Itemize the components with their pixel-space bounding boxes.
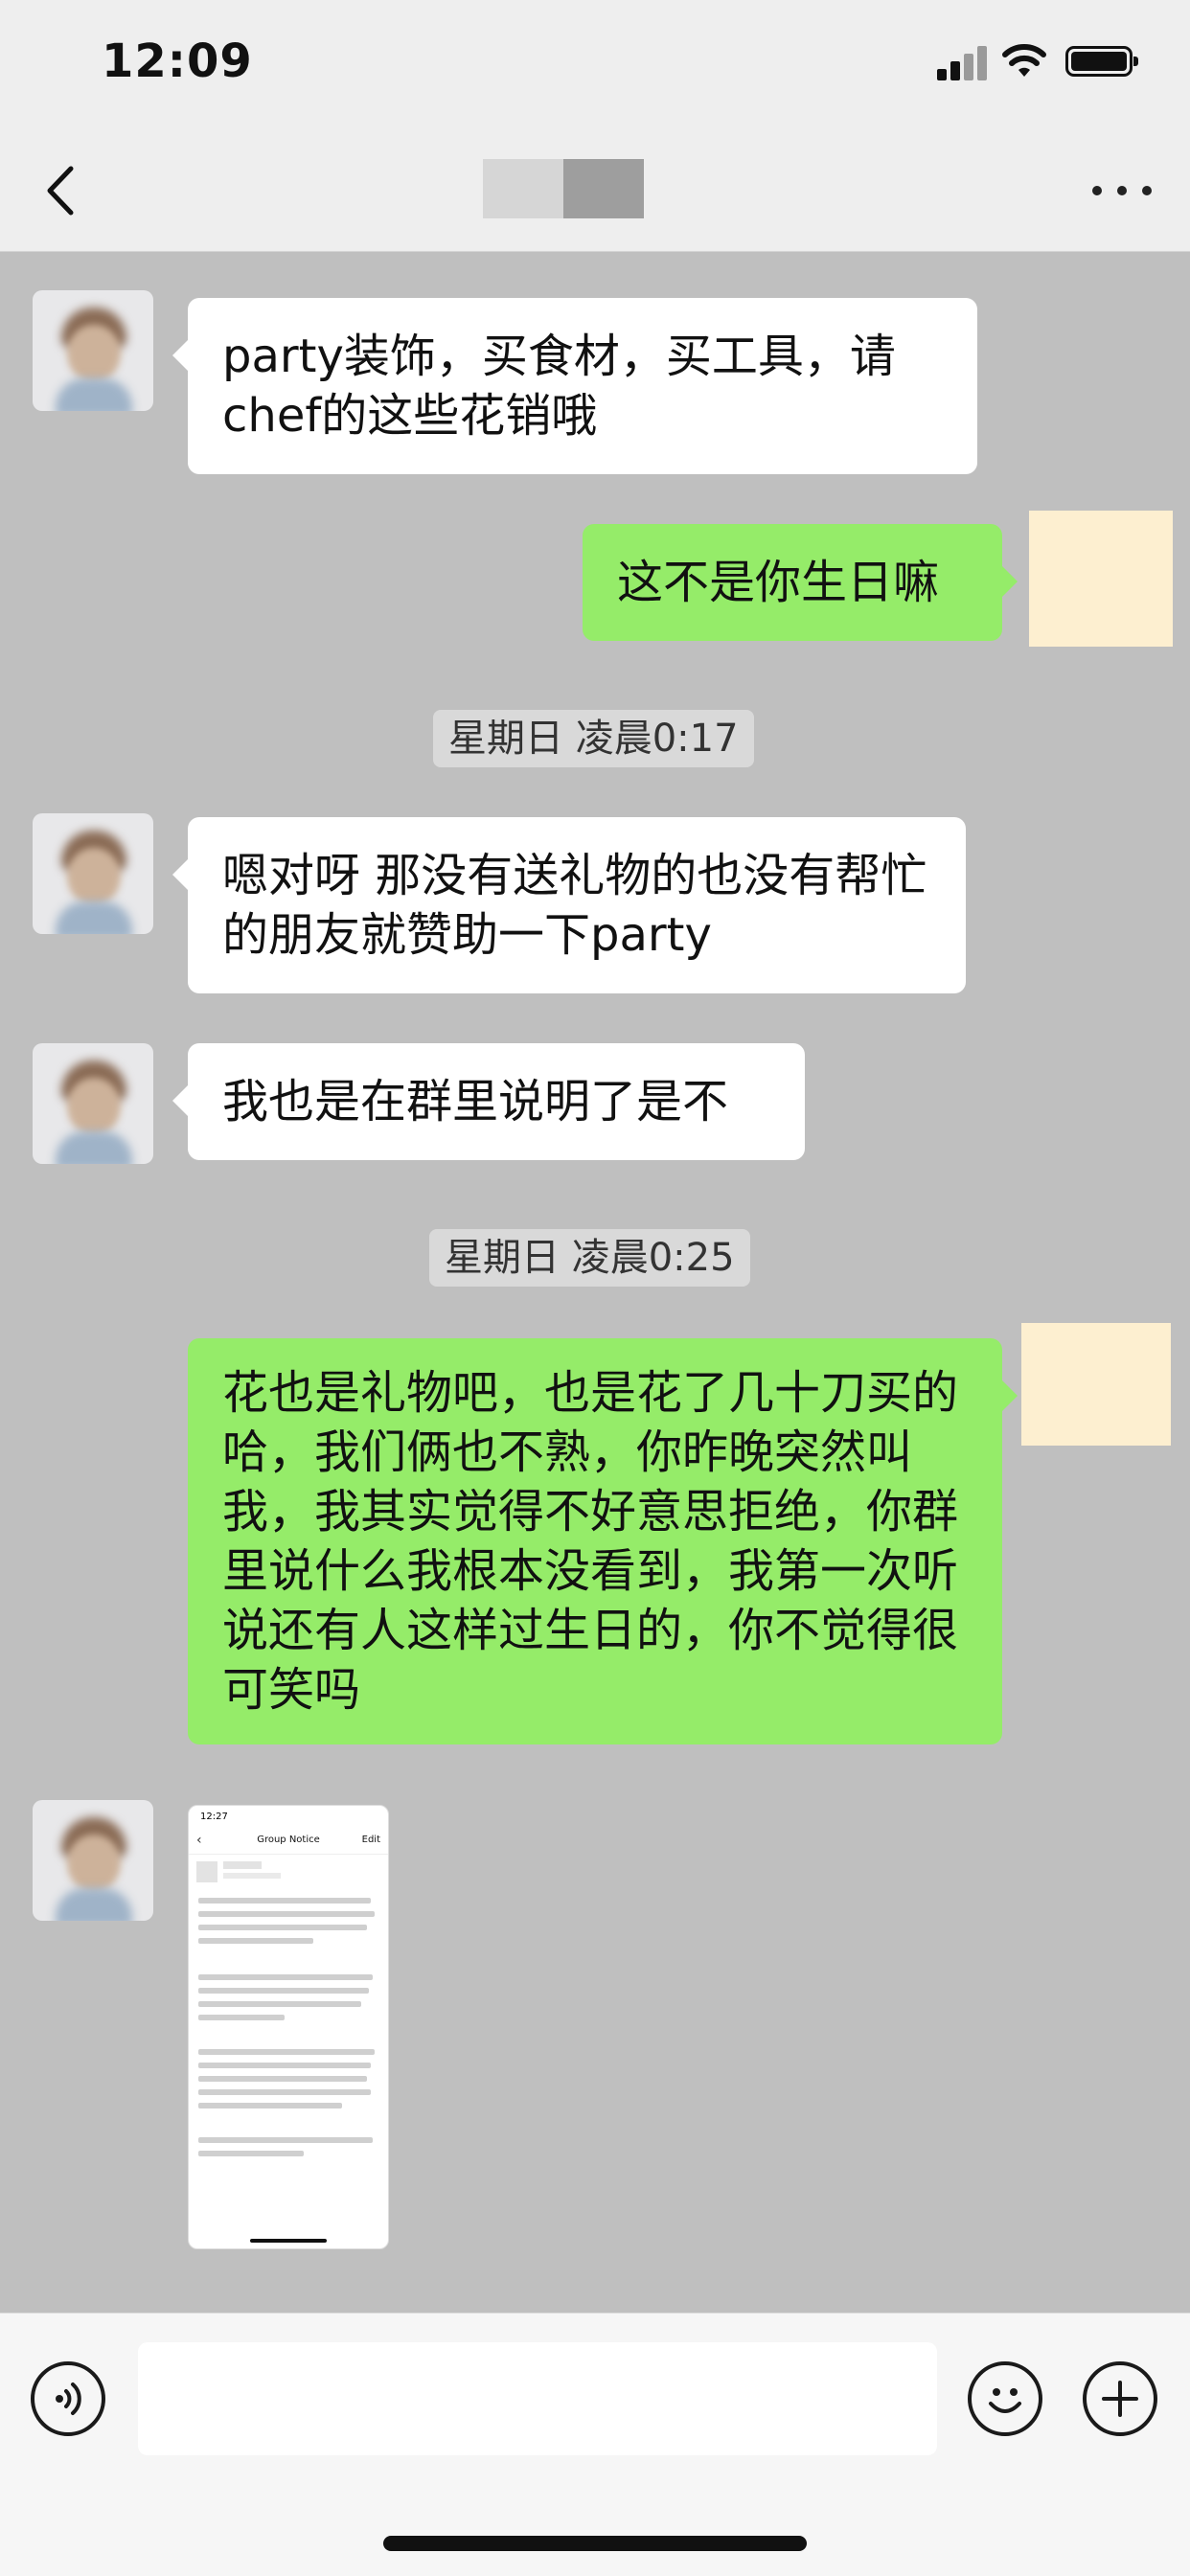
- more-options-button[interactable]: [1090, 172, 1157, 207]
- emoji-button[interactable]: [968, 2361, 1042, 2436]
- my-avatar[interactable]: [1029, 511, 1173, 647]
- voice-icon: [56, 2382, 81, 2415]
- screenshot-time: 12:27: [200, 1812, 228, 1822]
- screenshot-text-line: [198, 2001, 361, 2007]
- screenshot-text-line: [198, 2103, 342, 2109]
- screenshot-text-line: [198, 1898, 371, 1904]
- screenshot-name-redacted: [223, 1861, 262, 1869]
- screenshot-edit: Edit: [361, 1835, 380, 1845]
- more-functions-button[interactable]: [1083, 2361, 1157, 2436]
- contact-avatar[interactable]: [33, 1800, 153, 1921]
- outgoing-message[interactable]: 花也是礼物吧，也是花了几十刀买的哈，我们俩也不熟，你昨晚突然叫我，我其实觉得不好…: [188, 1338, 1018, 1744]
- image-message[interactable]: 12:27 ‹ Group Notice Edit: [188, 1805, 389, 2249]
- screenshot-text-line: [198, 1911, 375, 1917]
- screenshot-text-line: [198, 1925, 367, 1930]
- screenshot-home-indicator: [250, 2239, 327, 2243]
- message-input[interactable]: [138, 2342, 937, 2455]
- screenshot-title: Group Notice: [257, 1835, 320, 1845]
- incoming-message[interactable]: 我也是在群里说明了是不: [172, 1043, 805, 1160]
- incoming-message[interactable]: 嗯对呀 那没有送礼物的也没有帮忙的朋友就赞助一下party: [172, 817, 966, 993]
- contact-avatar[interactable]: [33, 290, 153, 411]
- contact-avatar[interactable]: [33, 1043, 153, 1164]
- emoji-icon: [989, 2388, 1021, 2413]
- battery-icon: [1065, 46, 1138, 77]
- screenshot-text-line: [198, 1974, 373, 1980]
- screenshot-text-line: [198, 2089, 371, 2095]
- screenshot-text-line: [198, 2076, 367, 2082]
- my-avatar[interactable]: [1021, 1323, 1171, 1446]
- screenshot-date-redacted: [223, 1873, 281, 1879]
- incoming-message[interactable]: party装饰，买食材，买工具，请chef的这些花销哦: [172, 298, 977, 474]
- back-button[interactable]: [38, 161, 86, 220]
- plus-icon: [1102, 2381, 1138, 2417]
- wifi-icon: [1002, 44, 1046, 77]
- timestamp-divider: 星期日 凌晨0:17: [433, 710, 754, 767]
- status-time: 12:09: [102, 34, 253, 88]
- screenshot-header: ‹ Group Notice Edit: [189, 1831, 388, 1855]
- screenshot-text-line: [198, 2015, 285, 2020]
- screenshot-text-line: [198, 1988, 369, 1994]
- screenshot-text-line: [198, 2137, 373, 2143]
- screenshot-text-line: [198, 2151, 304, 2156]
- cellular-signal-icon: [937, 46, 989, 80]
- contact-avatar[interactable]: [33, 813, 153, 934]
- screenshot-text-line: [198, 2049, 375, 2055]
- chat-area[interactable]: party装饰，买食材，买工具，请chef的这些花销哦 这不是你生日嘛 星期日 …: [0, 252, 1190, 2312]
- input-bar: [0, 2313, 1190, 2576]
- screenshot-text-line: [198, 2063, 371, 2068]
- outgoing-message[interactable]: 这不是你生日嘛: [583, 524, 1018, 641]
- chat-title-redacted: [483, 159, 644, 218]
- top-bar: 12:09: [0, 0, 1190, 252]
- screenshot-text-line: [198, 1938, 313, 1944]
- home-indicator: [383, 2536, 807, 2551]
- status-icons: [922, 42, 1138, 80]
- voice-button[interactable]: [31, 2361, 105, 2436]
- screenshot-avatar: [196, 1861, 217, 1882]
- timestamp-divider: 星期日 凌晨0:25: [429, 1229, 750, 1287]
